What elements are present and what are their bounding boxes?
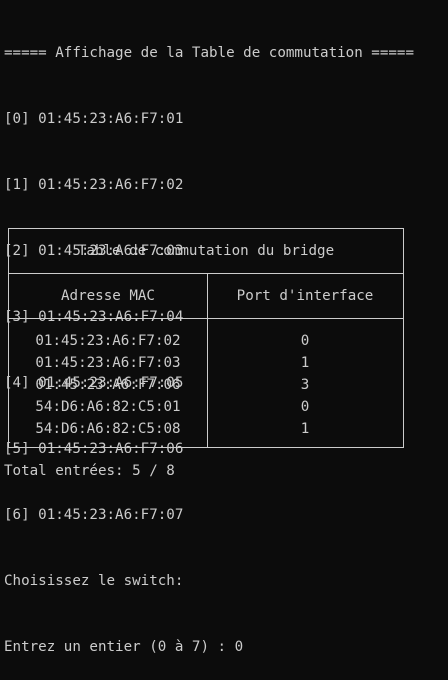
- mac-cell: 01:45:23:A6:F7:06: [35, 377, 181, 393]
- column-header-mac: Adresse MAC: [61, 288, 155, 304]
- port-cell: 3: [300, 377, 310, 393]
- total-entries: Total entrées: 5 / 8: [4, 463, 175, 479]
- switching-table: Table de commutation du bridge Adresse M…: [8, 228, 404, 448]
- table-row: 01:45:23:A6:F7:03 1: [9, 352, 403, 374]
- mac-cell: 54:D6:A6:82:C5:01: [35, 399, 181, 415]
- port-cell: 1: [300, 421, 310, 437]
- table-row: 01:45:23:A6:F7:06 3: [9, 374, 403, 396]
- table-header-row: Adresse MAC Port d'interface: [9, 274, 403, 319]
- port-cell: 0: [300, 333, 310, 349]
- switch-line: [6] 01:45:23:A6:F7:07: [4, 507, 184, 523]
- port-cell: 1: [300, 355, 310, 371]
- mac-cell: 01:45:23:A6:F7:03: [35, 355, 181, 371]
- table-body: 01:45:23:A6:F7:02 0 01:45:23:A6:F7:03 1 …: [9, 330, 403, 440]
- enter-integer-prompt: Entrez un entier (0 à 7) : 0: [4, 639, 244, 655]
- port-cell: 0: [300, 399, 310, 415]
- mac-cell: 54:D6:A6:82:C5:08: [35, 421, 181, 437]
- choose-switch-prompt: Choisissez le switch:: [4, 573, 184, 589]
- mac-cell: 01:45:23:A6:F7:02: [35, 333, 181, 349]
- table-row: 54:D6:A6:82:C5:08 1: [9, 418, 403, 440]
- switch-line: [0] 01:45:23:A6:F7:01: [4, 111, 184, 127]
- header-line: ===== Affichage de la Table de commutati…: [4, 45, 414, 61]
- switch-line: [1] 01:45:23:A6:F7:02: [4, 177, 184, 193]
- table-row: 01:45:23:A6:F7:02 0: [9, 330, 403, 352]
- table-row: 54:D6:A6:82:C5:01 0: [9, 396, 403, 418]
- column-header-port: Port d'interface: [236, 288, 374, 304]
- table-title: Table de commutation du bridge: [9, 229, 403, 274]
